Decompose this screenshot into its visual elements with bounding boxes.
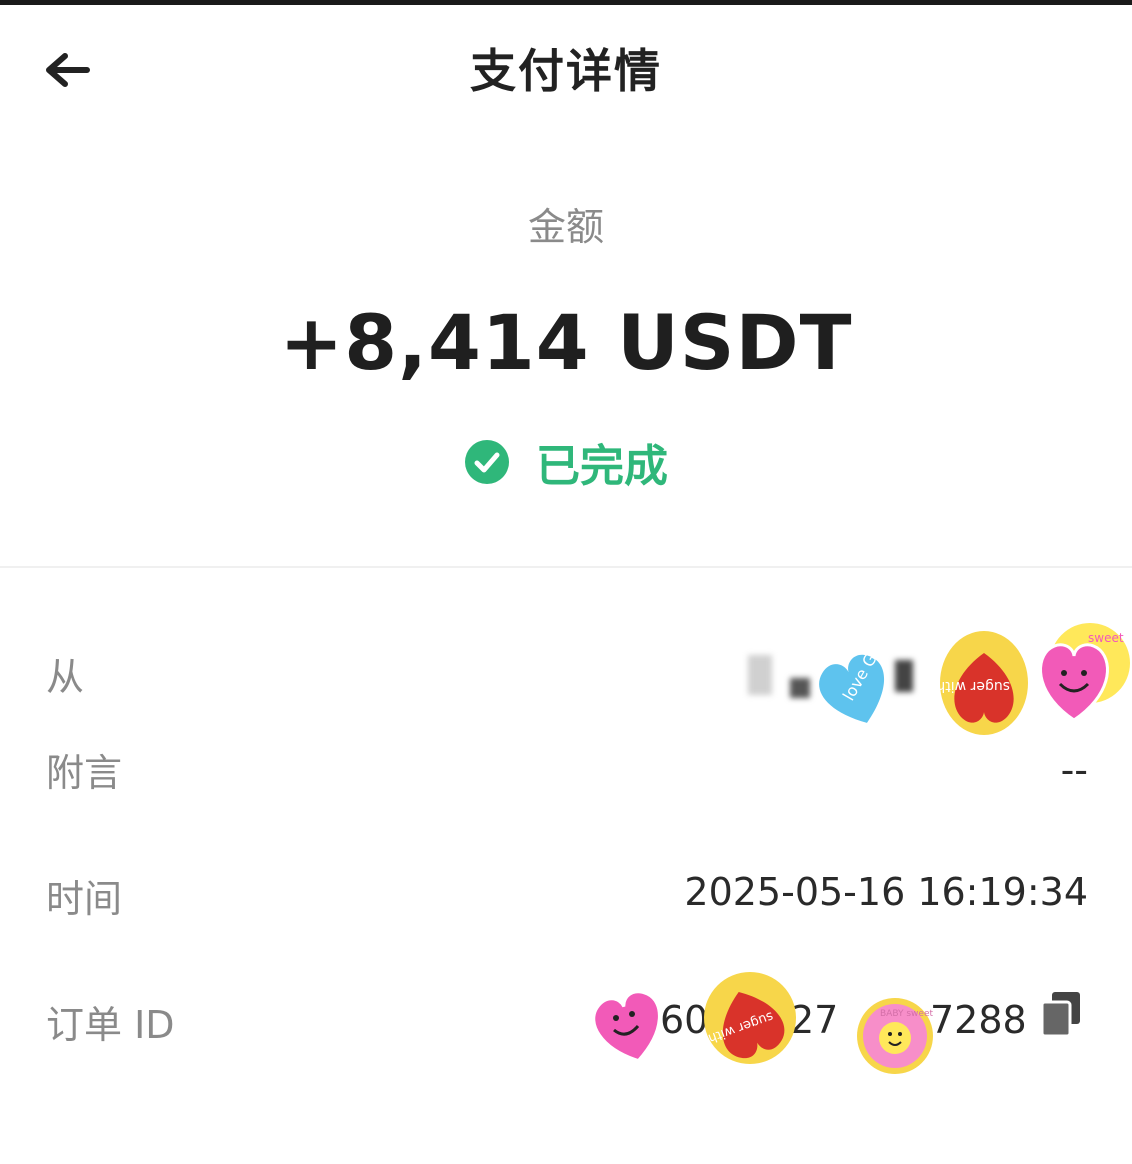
from-label: 从 [46, 655, 85, 699]
amount-value: +8,414 USDT [279, 298, 853, 387]
smiley-badge-sticker-icon: BABY sweet [857, 998, 933, 1074]
order-id-part: 7288 [930, 998, 1027, 1042]
divider [0, 566, 1132, 568]
heart-sticker-icon: suger with love [938, 631, 1028, 735]
time-value: 2025-05-16 16:19:34 [684, 870, 1088, 914]
heart-sticker-icon: love GOOD [819, 645, 900, 723]
note-label: 附言 [46, 751, 123, 795]
order-id-label: 订单 ID [46, 1003, 175, 1047]
smiley-heart-sticker-icon: sweet [1039, 623, 1130, 722]
status-text: 已完成 [536, 441, 668, 492]
svg-text:suger with love: suger with love [938, 678, 1010, 694]
svg-text:sweet: sweet [1088, 631, 1124, 645]
svg-text:BABY sweet: BABY sweet [880, 1009, 933, 1019]
page-title: 支付详情 [470, 44, 662, 98]
amount-label: 金额 [527, 205, 604, 249]
copy-icon [1040, 992, 1080, 1038]
header: 支付详情 [0, 5, 1132, 125]
check-circle-icon [465, 440, 509, 484]
time-label: 时间 [46, 877, 123, 921]
smiley-heart-sticker-icon [592, 990, 661, 1063]
note-value: -- [1060, 748, 1088, 792]
copy-button[interactable] [1038, 990, 1084, 1040]
heart-sticker-icon: suger with love [700, 972, 796, 1064]
status-badge: 已完成 [0, 430, 1132, 494]
